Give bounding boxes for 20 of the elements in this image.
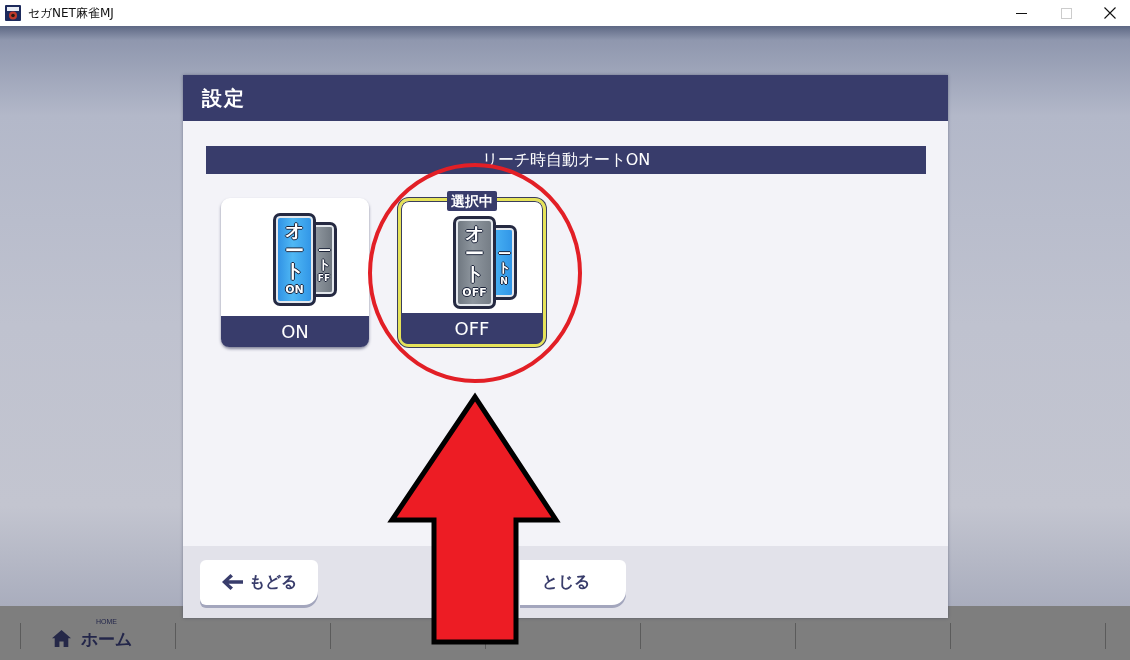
back-button[interactable]: もどる [200, 559, 318, 605]
app-icon [5, 5, 21, 21]
close-icon [1103, 7, 1116, 19]
minimize-icon [1016, 12, 1027, 14]
dialog-title: 設定 [202, 84, 246, 112]
tile-state-text: OFF [462, 286, 487, 298]
tile-text: ート [497, 247, 511, 275]
tile-state-text: N [500, 277, 508, 287]
maximize-icon [1061, 7, 1072, 19]
tile-state-text: FF [317, 274, 331, 284]
tile-text: オート [465, 224, 484, 284]
selected-badge: 選択中 [447, 191, 497, 211]
option-card[interactable]: オート ON ート FF ON [221, 198, 369, 347]
tile-state-text: ON [285, 283, 304, 295]
tile-text: オート [285, 221, 304, 281]
close-button[interactable]: とじる [520, 559, 626, 605]
window-title: セガNET麻雀MJ [28, 4, 114, 22]
tile-text: ート [317, 244, 331, 272]
left-arrow-icon [221, 574, 243, 590]
house-icon [52, 629, 71, 647]
